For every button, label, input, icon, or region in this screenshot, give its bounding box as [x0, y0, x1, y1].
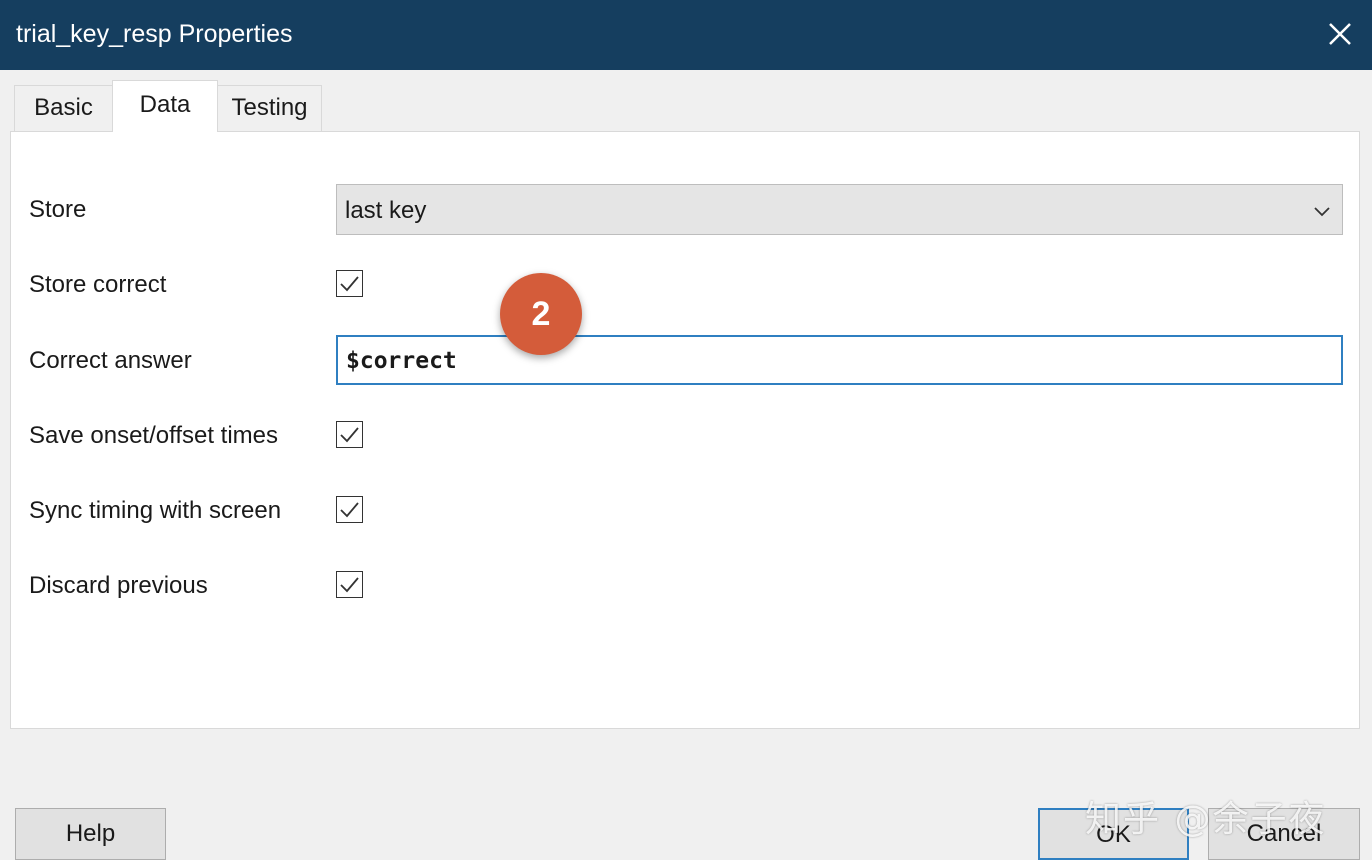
tab-data[interactable]: Data: [112, 80, 218, 132]
store-dropdown-value: last key: [345, 197, 427, 224]
close-button[interactable]: [1320, 14, 1360, 54]
help-button-label: Help: [65, 820, 116, 847]
checkmark-icon: [340, 276, 359, 292]
correct-answer-label: Correct answer: [29, 347, 192, 374]
store-correct-checkbox[interactable]: [336, 270, 363, 297]
discard-previous-label: Discard previous: [29, 572, 208, 599]
sync-timing-label: Sync timing with screen: [29, 497, 282, 524]
tab-basic[interactable]: Basic: [14, 85, 113, 131]
help-button[interactable]: Help: [15, 808, 166, 860]
store-correct-label: Store correct: [29, 271, 167, 298]
correct-answer-field[interactable]: [336, 335, 1343, 385]
window-title: trial_key_resp Properties: [16, 20, 293, 48]
store-label: Store: [29, 196, 87, 223]
tab-testing[interactable]: Testing: [217, 85, 322, 131]
store-dropdown[interactable]: last key: [336, 184, 1343, 235]
save-onset-offset-checkbox[interactable]: [336, 421, 363, 448]
checkmark-icon: [340, 427, 359, 443]
checkmark-icon: [340, 502, 359, 518]
checkmark-icon: [340, 577, 359, 593]
tab-basic-label: Basic: [34, 94, 93, 121]
close-icon: [1329, 23, 1351, 45]
tab-testing-label: Testing: [231, 94, 308, 121]
discard-previous-checkbox[interactable]: [336, 571, 363, 598]
chevron-down-icon: [1314, 207, 1330, 217]
sync-timing-checkbox[interactable]: [336, 496, 363, 523]
tab-data-label: Data: [139, 91, 191, 118]
title-bar: trial_key_resp Properties: [0, 0, 1372, 70]
correct-answer-input[interactable]: [344, 343, 1328, 379]
save-onset-offset-label: Save onset/offset times: [29, 422, 279, 449]
step-number-badge: 2: [500, 273, 582, 355]
watermark: 知乎 @余子夜: [1085, 799, 1327, 840]
step-number: 2: [531, 294, 551, 333]
